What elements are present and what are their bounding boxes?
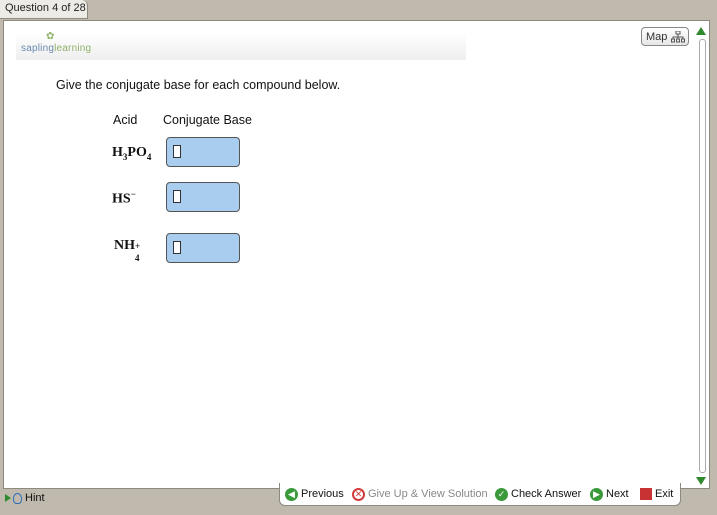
exit-door-icon: [640, 488, 652, 501]
question-counter: Question 4 of 28: [5, 2, 86, 14]
answer-input-3[interactable]: [166, 233, 240, 263]
expand-arrow-icon: [5, 494, 11, 503]
text-cursor-icon: [173, 145, 181, 158]
sapling-logo: saplinglearning: [21, 43, 92, 54]
text-cursor-icon: [173, 241, 181, 254]
give-up-button[interactable]: ✕ Give Up & View Solution: [352, 486, 488, 502]
answer-input-2[interactable]: [166, 182, 240, 212]
sitemap-icon: [671, 31, 685, 43]
question-frame: ✿ saplinglearning Map Give the conjugate…: [3, 20, 710, 489]
answer-input-1[interactable]: [166, 137, 240, 167]
hint-button[interactable]: Hint: [5, 492, 45, 504]
next-button[interactable]: ▶ Next: [590, 486, 629, 502]
check-icon: ✓: [495, 487, 508, 501]
give-up-x-icon: ✕: [352, 487, 365, 501]
map-label: Map: [646, 31, 668, 43]
base-column-header: Conjugate Base: [163, 113, 252, 127]
scroll-up-icon[interactable]: [696, 27, 706, 35]
navigation-bar: ◀ Previous ✕ Give Up & View Solution ✓ Chec…: [279, 483, 681, 506]
logo-bar: ✿ saplinglearning: [16, 31, 466, 60]
check-answer-button[interactable]: ✓ Check Answer: [495, 486, 581, 502]
scroll-down-icon[interactable]: [696, 477, 706, 485]
acid-formula-h3po4: H3PO4: [112, 145, 152, 162]
question-tab: Question 4 of 28: [0, 0, 88, 19]
acid-column-header: Acid: [113, 113, 138, 127]
acid-formula-hs: HS−: [112, 189, 136, 207]
acid-formula-nh4: NH +4: [114, 238, 141, 263]
lightbulb-icon: [13, 492, 22, 504]
next-arrow-icon: ▶: [590, 487, 603, 501]
previous-button[interactable]: ◀ Previous: [285, 486, 344, 502]
bottom-bar: Hint ◀ Previous ✕ Give Up & View Solution …: [0, 483, 717, 515]
leaf-icon: ✿: [46, 31, 55, 42]
map-button[interactable]: Map: [641, 27, 689, 46]
question-prompt: Give the conjugate base for each compoun…: [56, 78, 341, 92]
exit-button[interactable]: Exit: [640, 486, 673, 502]
previous-arrow-icon: ◀: [285, 487, 298, 501]
scroll-track[interactable]: [699, 39, 706, 473]
vertical-scrollbar[interactable]: [695, 25, 707, 486]
text-cursor-icon: [173, 190, 181, 203]
